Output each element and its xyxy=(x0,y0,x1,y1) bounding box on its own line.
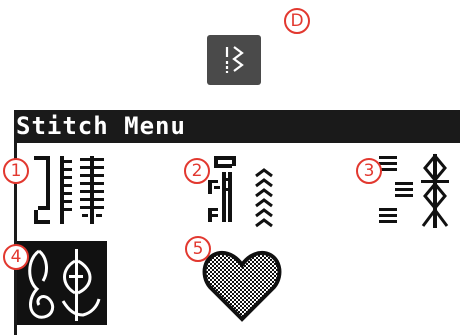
callout-d-marker: D xyxy=(284,8,310,34)
category-4-tile[interactable] xyxy=(17,241,107,325)
callout-1-marker: 1 xyxy=(3,158,29,184)
callout-d-label: D xyxy=(290,10,304,31)
stitch-menu-key-button[interactable] xyxy=(207,35,261,85)
callout-5-marker: 5 xyxy=(185,236,211,262)
callout-5-label: 5 xyxy=(192,238,204,259)
utility-stitches-icon xyxy=(34,156,104,224)
category-1-tile[interactable] xyxy=(24,152,114,232)
heart-stitches-icon xyxy=(202,250,282,322)
menu-title: Stitch Menu xyxy=(16,112,186,140)
stitch-menu-key-icon xyxy=(225,46,244,73)
decorative-stitches-icon xyxy=(379,153,449,228)
callout-3-label: 3 xyxy=(363,160,375,181)
buttonhole-stitches-icon xyxy=(208,156,273,228)
callout-3-marker: 3 xyxy=(356,158,382,184)
menu-title-bar: Stitch Menu xyxy=(14,110,460,143)
callout-2-marker: 2 xyxy=(184,158,210,184)
callout-4-marker: 4 xyxy=(3,244,29,270)
category-5-tile[interactable] xyxy=(198,243,288,323)
callout-2-label: 2 xyxy=(191,160,203,181)
callout-4-label: 4 xyxy=(10,246,22,267)
callout-1-label: 1 xyxy=(10,160,22,181)
category-3-tile[interactable] xyxy=(375,152,460,232)
embroidery-stitches-icon xyxy=(28,249,101,321)
category-2-tile[interactable] xyxy=(200,152,290,232)
